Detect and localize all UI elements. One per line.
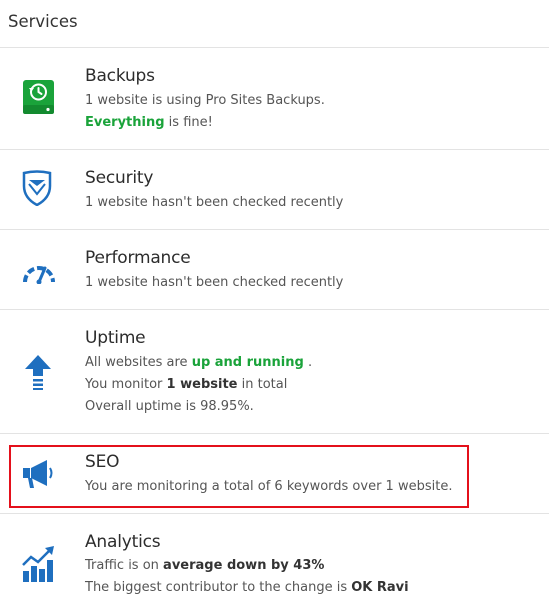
status-bold: 1 website — [166, 377, 238, 392]
up-arrow-icon — [25, 355, 51, 390]
shield-icon — [22, 170, 52, 206]
status-text: You monitor — [85, 377, 167, 392]
growth-chart-icon — [22, 546, 54, 582]
backup-drive-icon — [23, 80, 54, 114]
services-header: Services — [0, 0, 549, 48]
service-title: Performance — [85, 248, 191, 268]
selection-highlight-box — [9, 445, 469, 508]
service-title: Backups — [85, 66, 155, 86]
service-title: Analytics — [85, 532, 161, 552]
service-status-line: 1 website hasn't been checked recently — [85, 195, 344, 210]
service-title: Security — [85, 168, 154, 188]
service-status-line: Traffic is on average down by 43% — [85, 558, 324, 573]
status-highlight: Everything — [85, 115, 165, 130]
service-row-performance[interactable]: Performance 1 website hasn't been checke… — [0, 230, 549, 310]
service-title: Uptime — [85, 328, 146, 348]
services-panel: Services Backups 1 website is using Pro … — [0, 0, 549, 608]
status-text: The biggest contributor to the change is — [85, 580, 352, 595]
status-highlight: up and running — [191, 355, 304, 370]
service-status-line: 1 website hasn't been checked recently — [85, 275, 344, 290]
service-status-line: The biggest contributor to the change is… — [85, 580, 409, 595]
status-text: is fine! — [164, 115, 213, 130]
status-bold: OK Ravi — [351, 580, 409, 595]
status-bold: average down by 43% — [163, 558, 325, 573]
service-row-backups[interactable]: Backups 1 website is using Pro Sites Bac… — [0, 48, 549, 150]
page-title: Services — [8, 12, 78, 31]
status-text: . — [303, 355, 313, 370]
status-text: in total — [237, 377, 288, 392]
service-status-line: All websites are up and running . — [85, 355, 312, 370]
service-status-line: You monitor 1 website in total — [85, 377, 287, 392]
speedometer-icon — [23, 266, 55, 284]
status-text: All websites are — [85, 355, 192, 370]
service-status-line: Everything is fine! — [85, 115, 213, 130]
status-text: Traffic is on — [85, 558, 164, 573]
service-row-analytics[interactable]: Analytics Traffic is on average down by … — [0, 514, 549, 608]
service-status-line: 1 website is using Pro Sites Backups. — [85, 93, 325, 108]
service-row-uptime[interactable]: Uptime All websites are up and running .… — [0, 310, 549, 434]
service-row-security[interactable]: Security 1 website hasn't been checked r… — [0, 150, 549, 230]
service-status-line: Overall uptime is 98.95%. — [85, 399, 254, 414]
